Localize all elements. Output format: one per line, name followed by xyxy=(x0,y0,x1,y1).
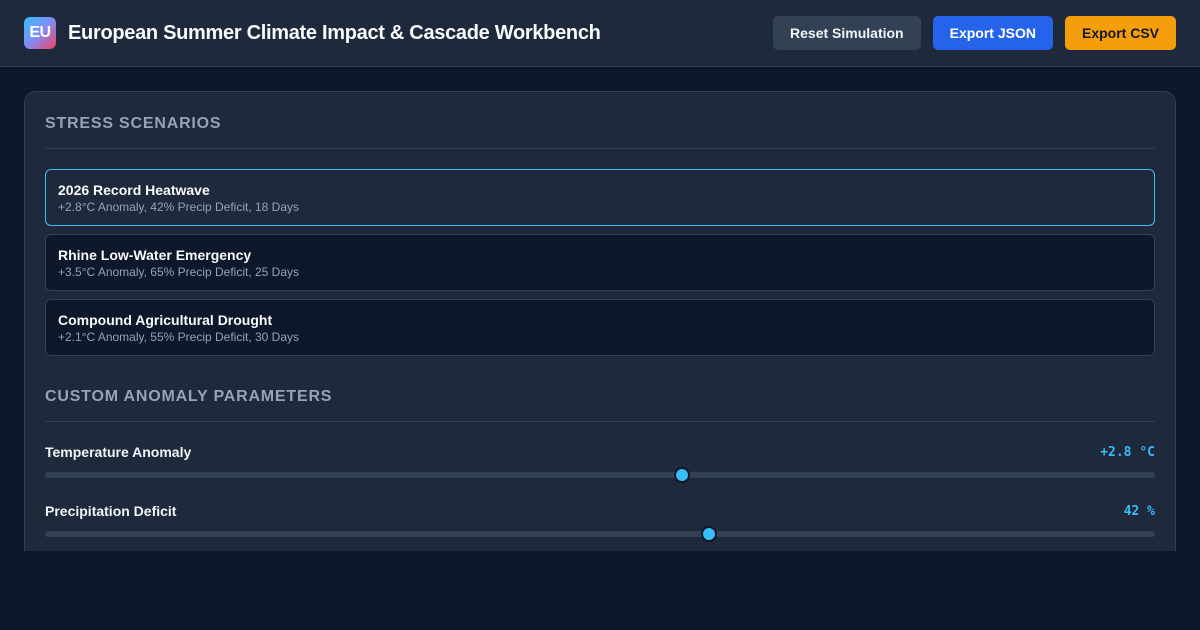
scenario-description: +3.5°C Anomaly, 65% Precip Deficit, 25 D… xyxy=(58,265,300,279)
slider-thumb[interactable] xyxy=(700,526,717,542)
app-title: European Summer Climate Impact & Cascade… xyxy=(68,21,601,44)
scenario-name: Rhine Low-Water Emergency xyxy=(58,247,252,263)
slider-track[interactable] xyxy=(45,531,1155,537)
app-header: EU European Summer Climate Impact & Casc… xyxy=(0,0,1200,67)
export-csv-button[interactable]: Export CSV xyxy=(1064,16,1176,50)
temperature-anomaly-label: Temperature Anomaly xyxy=(45,444,192,460)
scenario-description: +2.8°C Anomaly, 42% Precip Deficit, 18 D… xyxy=(58,200,300,214)
scenario-item[interactable]: 2026 Record Heatwave +2.8°C Anomaly, 42%… xyxy=(45,169,1155,226)
slider-thumb[interactable] xyxy=(674,467,691,483)
scenario-item[interactable]: Rhine Low-Water Emergency +3.5°C Anomaly… xyxy=(45,234,1155,291)
precipitation-deficit-slider[interactable] xyxy=(45,526,1155,542)
precipitation-deficit-value: 42 % xyxy=(1123,503,1155,519)
reset-simulation-button[interactable]: Reset Simulation xyxy=(773,16,921,50)
temperature-anomaly-slider[interactable] xyxy=(45,467,1155,483)
control-panel: Stress Scenarios 2026 Record Heatwave +2… xyxy=(24,91,1176,551)
precipitation-deficit-label: Precipitation Deficit xyxy=(45,503,177,519)
temperature-anomaly-param: Temperature Anomaly +2.8 °C xyxy=(45,443,1155,483)
stress-scenarios-title: Stress Scenarios xyxy=(45,115,1155,149)
eu-logo-icon: EU xyxy=(24,17,56,49)
scenario-list: 2026 Record Heatwave +2.8°C Anomaly, 42%… xyxy=(45,169,1155,356)
precipitation-deficit-param: Precipitation Deficit 42 % xyxy=(45,502,1155,542)
slider-track[interactable] xyxy=(45,472,1155,478)
temperature-anomaly-value: +2.8 °C xyxy=(1100,444,1155,460)
header-actions: Reset Simulation Export JSON Export CSV xyxy=(773,16,1176,50)
scenario-item[interactable]: Compound Agricultural Drought +2.1°C Ano… xyxy=(45,299,1155,356)
scenario-name: Compound Agricultural Drought xyxy=(58,312,273,328)
scenario-name: 2026 Record Heatwave xyxy=(58,182,210,198)
custom-parameters-title: Custom Anomaly Parameters xyxy=(45,388,1155,422)
export-json-button[interactable]: Export JSON xyxy=(932,16,1053,50)
scenario-description: +2.1°C Anomaly, 55% Precip Deficit, 30 D… xyxy=(58,330,300,344)
